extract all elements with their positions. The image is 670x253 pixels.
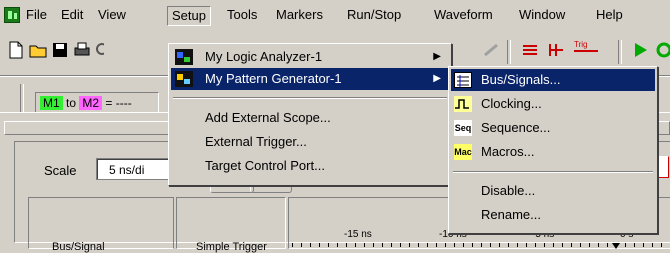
- submenu-item-rename-label: Rename...: [481, 207, 541, 222]
- menu-separator: [173, 97, 447, 99]
- menu-markers[interactable]: Markers: [272, 6, 327, 24]
- menu-run-stop-label: Run/Stop: [347, 7, 402, 22]
- time-tick-label: -15 ns: [344, 229, 372, 240]
- menu-edit-label: Edit: [61, 7, 84, 22]
- submenu-item-disable[interactable]: Disable...: [451, 180, 655, 202]
- menu-setup[interactable]: Setup: [167, 6, 211, 26]
- disabled-tool-icon: [482, 40, 502, 60]
- menu-help[interactable]: Help: [592, 6, 627, 24]
- scale-label: Scale: [44, 163, 77, 178]
- menu-item-logic-analyzer[interactable]: My Logic Analyzer-1 ▶: [171, 46, 449, 68]
- menu-window[interactable]: Window: [515, 6, 569, 24]
- toolbar-separator: [507, 40, 511, 64]
- menu-help-label: Help: [596, 7, 623, 22]
- print-icon[interactable]: [72, 40, 92, 60]
- menu-separator: [453, 171, 653, 173]
- menu-item-pattern-generator[interactable]: My Pattern Generator-1 ▶: [171, 68, 449, 90]
- menu-item-external-trigger-label: External Trigger...: [205, 134, 307, 149]
- new-file-icon[interactable]: [6, 40, 26, 60]
- menu-item-external-trigger[interactable]: External Trigger...: [171, 131, 449, 153]
- menu-tools-label: Tools: [227, 7, 258, 22]
- toolbar-grip: [20, 84, 24, 114]
- submenu-item-bus-signals[interactable]: Bus/Signals...: [451, 69, 655, 91]
- list-settings-icon[interactable]: [520, 40, 540, 60]
- menu-view[interactable]: View: [94, 6, 130, 24]
- find-icon[interactable]: [94, 40, 104, 60]
- submenu-item-sequence-label: Sequence...: [481, 120, 551, 135]
- clock-icon: [454, 96, 472, 112]
- marker-delta-value: = ----: [105, 96, 132, 110]
- marker-to-label: to: [66, 96, 77, 110]
- menu-bar: File Edit View Setup Tools Markers Run/S…: [0, 0, 670, 30]
- submenu-item-clocking-label: Clocking...: [481, 96, 542, 111]
- menu-run-stop[interactable]: Run/Stop: [343, 6, 405, 24]
- menu-window-label: Window: [519, 7, 566, 22]
- sequence-icon: Seq: [454, 120, 472, 136]
- submenu-item-clocking[interactable]: Clocking...: [451, 93, 655, 115]
- menu-file[interactable]: File: [22, 6, 51, 24]
- bus-signals-icon: [454, 72, 472, 88]
- menu-item-target-control-port[interactable]: Target Control Port...: [171, 155, 449, 177]
- marker-m1-label: M1: [40, 96, 63, 110]
- trigger-icon[interactable]: Trig: [574, 40, 602, 60]
- trigger-marker-icon: [612, 243, 620, 249]
- menu-waveform-label: Waveform: [434, 7, 493, 22]
- submenu-item-disable-label: Disable...: [481, 183, 536, 198]
- save-icon[interactable]: [50, 40, 70, 60]
- pattern-generator-icon: [175, 71, 193, 87]
- menu-item-target-control-port-label: Target Control Port...: [205, 158, 325, 173]
- toolbar-separator: [618, 40, 622, 64]
- run-icon[interactable]: [630, 40, 650, 60]
- submenu-item-macros-label: Macros...: [481, 144, 535, 159]
- time-ruler-ticks: [292, 243, 666, 247]
- menu-view-label: View: [98, 7, 126, 22]
- submenu-item-bus-signals-label: Bus/Signals...: [481, 72, 561, 87]
- app-logo-icon: [4, 7, 20, 23]
- bus-icon[interactable]: [546, 40, 566, 60]
- trigger-icon-label: Trig: [574, 40, 588, 49]
- menu-markers-label: Markers: [276, 7, 323, 22]
- menu-edit[interactable]: Edit: [57, 6, 87, 24]
- menu-item-add-external-scope[interactable]: Add External Scope...: [171, 107, 449, 129]
- marker-m2-label: M2: [79, 96, 103, 110]
- logic-analyzer-icon: [175, 49, 193, 65]
- submenu-item-rename[interactable]: Rename...: [451, 204, 655, 226]
- setup-menu: My Logic Analyzer-1 ▶ My Pattern Generat…: [168, 43, 452, 186]
- bus-signal-column-label: Bus/Signal: [52, 241, 105, 253]
- submenu-arrow-icon: ▶: [433, 51, 441, 62]
- menu-item-logic-analyzer-label: My Logic Analyzer-1: [205, 49, 323, 64]
- simple-trigger-column-label: Simple Trigger: [196, 241, 267, 253]
- marker-readout[interactable]: M1 to M2 = ----: [35, 92, 159, 114]
- repeat-run-icon[interactable]: [654, 40, 670, 60]
- submenu-item-macros[interactable]: Mac Macros...: [451, 141, 655, 163]
- pattern-generator-submenu: Bus/Signals... Clocking... Seq Sequence.…: [448, 66, 658, 234]
- submenu-item-sequence[interactable]: Seq Sequence...: [451, 117, 655, 139]
- submenu-arrow-icon: ▶: [433, 73, 441, 84]
- menu-setup-label: Setup: [172, 8, 206, 23]
- menu-waveform[interactable]: Waveform: [430, 6, 497, 24]
- menu-tools[interactable]: Tools: [223, 6, 261, 24]
- menu-item-add-external-scope-label: Add External Scope...: [205, 110, 331, 125]
- macro-icon: Mac: [454, 144, 472, 160]
- menu-item-pattern-generator-label: My Pattern Generator-1: [205, 71, 342, 86]
- menu-file-label: File: [26, 7, 47, 22]
- open-folder-icon[interactable]: [28, 40, 48, 60]
